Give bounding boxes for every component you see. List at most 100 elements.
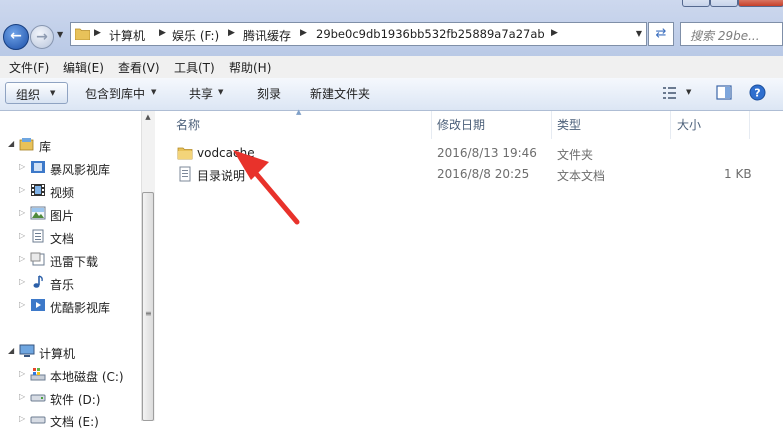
tree-label: 库 — [39, 140, 52, 154]
folder-icon — [75, 28, 90, 40]
expand-icon[interactable]: ▷ — [19, 369, 25, 378]
view-options-icon[interactable] — [662, 86, 678, 100]
new-folder-button[interactable]: 新建文件夹 — [310, 85, 370, 102]
column-header-type[interactable]: 类型 — [557, 116, 581, 133]
expand-icon[interactable]: ▷ — [19, 231, 25, 240]
grip-icon: ≡ — [145, 309, 152, 318]
tree-item-drive[interactable]: ▷ 软件 (D:) — [0, 389, 140, 407]
tree-item-libraries[interactable]: ◢ 库 — [0, 136, 140, 154]
file-size: 1 KB — [724, 167, 752, 181]
search-placeholder: 搜索 29be... — [690, 29, 760, 43]
drive-icon — [30, 416, 46, 424]
expand-icon[interactable]: ▷ — [19, 277, 25, 286]
text-file-icon — [179, 166, 191, 182]
close-button[interactable] — [738, 0, 783, 7]
menu-view[interactable]: 查看(V) — [118, 59, 160, 76]
column-divider[interactable] — [749, 111, 750, 139]
expand-icon[interactable]: ▷ — [19, 300, 25, 309]
breadcrumb-subfolder[interactable]: 29be0c9db1936bb532fb25889a7a27ab — [316, 27, 545, 41]
svg-text:?: ? — [754, 87, 760, 100]
column-divider[interactable] — [431, 111, 432, 139]
chevron-down-icon[interactable]: ▼ — [686, 88, 691, 96]
forward-button[interactable]: → — [30, 25, 54, 49]
navigation-pane: ◢ 库 ▷ 暴风影视库 ▷ 视频 ▷ 图片 ▷ 文档 ▷ 迅雷下载 ▷ 音乐 ▷… — [0, 111, 155, 429]
tree-item-library[interactable]: ▷ 迅雷下载 — [0, 251, 140, 269]
expand-icon[interactable]: ▷ — [19, 254, 25, 263]
breadcrumb-drive[interactable]: 娱乐 (F:) — [172, 27, 219, 44]
sort-ascending-icon: ▲ — [296, 108, 302, 116]
chevron-right-icon[interactable]: ▶ — [300, 28, 307, 38]
breadcrumb-folder[interactable]: 腾讯缓存 — [243, 27, 291, 44]
pane-splitter[interactable] — [155, 111, 165, 421]
tree-item-library[interactable]: ▷ 优酷影视库 — [0, 297, 140, 315]
chevron-down-icon: ▼ — [50, 89, 56, 97]
burn-button[interactable]: 刻录 — [257, 85, 281, 102]
tree-label: 迅雷下载 — [50, 255, 99, 269]
tree-label: 文档 — [50, 232, 75, 246]
organize-button[interactable]: 组织 ▼ — [5, 82, 68, 104]
collapse-icon[interactable]: ◢ — [8, 346, 14, 355]
file-date: 2016/8/8 20:25 — [437, 167, 530, 181]
tree-label: 暴风影视库 — [50, 163, 111, 177]
chevron-right-icon[interactable]: ▶ — [159, 28, 166, 38]
address-dropdown-icon[interactable]: ▼ — [636, 29, 642, 38]
video-icon — [31, 184, 45, 196]
library-icon — [19, 138, 34, 151]
address-input[interactable]: ▶ 计算机 ▶ 娱乐 (F:) ▶ 腾讯缓存 ▶ 29be0c9db1936bb… — [70, 22, 647, 46]
include-in-library-button[interactable]: 包含到库中 — [85, 85, 145, 102]
tree-item-drive[interactable]: ▷ 文档 (E:) — [0, 411, 140, 429]
refresh-icon: ⇄ — [655, 26, 667, 41]
download-library-icon — [30, 252, 45, 266]
expand-icon[interactable]: ▷ — [19, 414, 25, 423]
help-icon[interactable]: ? — [749, 84, 766, 101]
chevron-right-icon[interactable]: ▶ — [94, 28, 101, 38]
tree-item-library[interactable]: ▷ 文档 — [0, 228, 140, 246]
chevron-down-icon: ▼ — [151, 88, 157, 96]
search-input[interactable]: 搜索 29be... — [680, 22, 783, 46]
menu-tools[interactable]: 工具(T) — [174, 59, 215, 76]
preview-pane-icon[interactable] — [716, 85, 732, 100]
video-library-icon — [31, 299, 45, 311]
tree-item-library[interactable]: ▷ 图片 — [0, 205, 140, 223]
tree-item-library[interactable]: ▷ 视频 — [0, 182, 140, 200]
maximize-button[interactable] — [710, 0, 738, 7]
back-button[interactable]: ← — [3, 24, 29, 50]
column-divider[interactable] — [551, 111, 552, 139]
share-button[interactable]: 共享 — [189, 85, 213, 102]
scrollbar-thumb[interactable]: ≡ — [142, 192, 154, 421]
expand-icon[interactable]: ▷ — [19, 162, 25, 171]
computer-icon — [19, 344, 35, 357]
menu-help[interactable]: 帮助(H) — [229, 59, 271, 76]
column-header-name[interactable]: 名称 — [176, 116, 200, 133]
red-arrow-annotation — [233, 150, 300, 225]
menu-bar: 文件(F) 编辑(E) 查看(V) 工具(T) 帮助(H) — [0, 56, 783, 79]
tree-item-library[interactable]: ▷ 音乐 — [0, 274, 140, 292]
tree-label: 音乐 — [50, 278, 75, 292]
collapse-icon[interactable]: ◢ — [8, 139, 14, 148]
breadcrumb-computer[interactable]: 计算机 — [109, 27, 145, 44]
minimize-button[interactable] — [682, 0, 710, 7]
chevron-down-icon: ▼ — [218, 88, 224, 96]
tree-item-computer[interactable]: ◢ 计算机 — [0, 343, 140, 361]
tree-item-library[interactable]: ▷ 暴风影视库 — [0, 159, 140, 177]
refresh-button[interactable]: ⇄ — [648, 22, 674, 46]
tree-item-drive[interactable]: ▷ 本地磁盘 (C:) — [0, 366, 140, 384]
expand-icon[interactable]: ▷ — [19, 392, 25, 401]
chevron-right-icon[interactable]: ▶ — [228, 28, 235, 38]
chevron-right-icon[interactable]: ▶ — [551, 28, 558, 38]
menu-file[interactable]: 文件(F) — [9, 59, 49, 76]
expand-icon[interactable]: ▷ — [19, 185, 25, 194]
column-header-date[interactable]: 修改日期 — [437, 116, 485, 133]
scroll-up-icon[interactable]: ▲ — [142, 113, 154, 125]
expand-icon[interactable]: ▷ — [19, 208, 25, 217]
file-type: 文件夹 — [557, 148, 594, 162]
organize-label: 组织 — [16, 88, 41, 102]
column-header-size[interactable]: 大小 — [677, 116, 701, 133]
drive-icon — [30, 394, 46, 402]
tree-label: 视频 — [50, 186, 75, 200]
tree-label: 本地磁盘 (C:) — [50, 370, 124, 384]
tree-label: 图片 — [50, 209, 75, 223]
column-divider[interactable] — [670, 111, 671, 139]
menu-edit[interactable]: 编辑(E) — [63, 59, 104, 76]
history-dropdown-icon[interactable]: ▼ — [57, 30, 63, 39]
